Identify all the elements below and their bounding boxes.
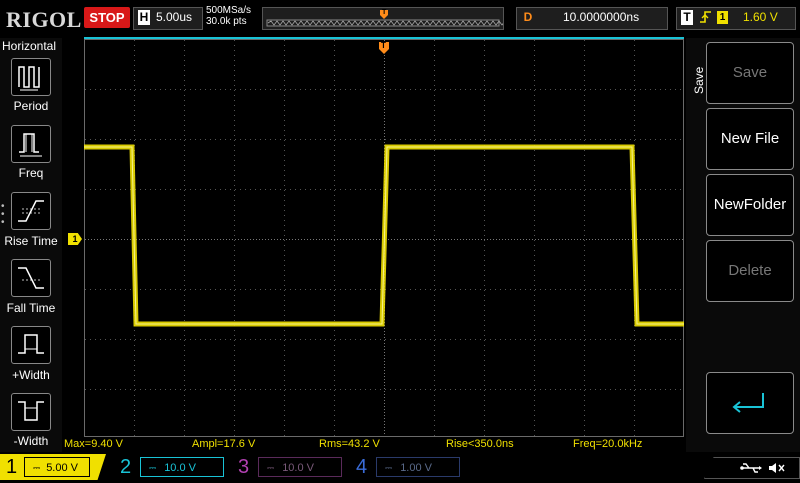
graticule xyxy=(84,37,684,437)
max-readout: Max=9.40 V xyxy=(64,438,124,450)
ch3-scale-value: 10.0 V xyxy=(282,462,314,474)
pos-width-button[interactable] xyxy=(11,326,51,364)
save-button[interactable]: Save xyxy=(706,42,794,104)
channel-bar: 1 ⎓ 5.00 V 2 ⎓ 10.0 V 3 ⎓ 10.0 V 4 ⎓ 1.00 V xyxy=(0,454,800,480)
ch2-scale-value: 10.0 V xyxy=(164,462,196,474)
timebase-label: H xyxy=(138,10,150,25)
ch4-scale: ⎓ 1.00 V xyxy=(376,457,460,477)
trigger-label: T xyxy=(681,10,693,25)
save-menu: Save Save New File NewFolder Delete xyxy=(686,38,800,452)
pos-width-label: +Width xyxy=(12,368,50,382)
trigger-position-label: T xyxy=(381,41,386,50)
delay-label: D xyxy=(523,10,533,24)
delete-button[interactable]: Delete xyxy=(706,240,794,302)
horizontal-measure-menu: Horizontal Period Freq • • • Rise Time Fal… xyxy=(0,38,62,452)
ampl-readout: Ampl=17.6 V xyxy=(192,438,256,450)
trigger-position-marker[interactable]: T xyxy=(378,41,390,55)
memory-depth: 30.0k pts xyxy=(206,16,247,27)
ch4-tab[interactable]: 4 ⎓ 1.00 V xyxy=(352,454,460,480)
freq-label: Freq xyxy=(18,166,44,180)
status-area xyxy=(704,457,800,479)
trigger-display[interactable]: T 1 1.60 V xyxy=(676,7,796,30)
overview-trigger-marker: T xyxy=(382,9,387,16)
timebase-display[interactable]: H 5.00us xyxy=(133,7,203,30)
freq-readout: Freq=20.0kHz xyxy=(573,438,643,450)
ch1-scale: ⎓ 5.00 V xyxy=(24,457,90,477)
neg-width-icon xyxy=(18,401,44,421)
measurement-readouts: Max=9.40 V Ampl=17.6 V Rms=43.2 V Rise<3… xyxy=(64,437,684,452)
pos-width-icon xyxy=(18,334,44,354)
menu-title: Save xyxy=(692,66,706,94)
neg-width-label: -Width xyxy=(13,434,49,448)
neg-width-button[interactable] xyxy=(11,393,51,431)
ch2-tab[interactable]: 2 ⎓ 10.0 V xyxy=(116,454,224,480)
rise-readout: Rise<350.0ns xyxy=(446,438,514,450)
rise-time-label: Rise Time xyxy=(4,234,58,248)
rise-time-icon xyxy=(18,200,44,222)
period-label: Period xyxy=(13,99,49,113)
trigger-level: 1.60 V xyxy=(743,10,778,24)
ch1-number: 1 xyxy=(6,456,18,478)
sample-rate: 500MSa/s xyxy=(206,5,252,16)
new-file-button[interactable]: New File xyxy=(706,108,794,170)
ch1-tab[interactable]: 1 ⎓ 5.00 V xyxy=(0,454,106,480)
fall-time-button[interactable] xyxy=(11,259,51,297)
run-stop-indicator[interactable]: STOP xyxy=(84,7,130,28)
waveform-display[interactable]: T 1 xyxy=(64,37,698,437)
usb-icon xyxy=(740,463,762,473)
enter-return-icon xyxy=(732,393,764,413)
rms-readout: Rms=43.2 V xyxy=(319,438,380,450)
new-folder-button[interactable]: NewFolder xyxy=(706,174,794,236)
ch3-tab[interactable]: 3 ⎓ 10.0 V xyxy=(234,454,342,480)
top-status-bar: RIGOL STOP H 5.00us 500MSa/s 30.0k pts T… xyxy=(0,0,800,36)
rigol-logo: RIGOL xyxy=(6,7,82,32)
period-button[interactable] xyxy=(11,58,51,96)
ch1-scale-value: 5.00 V xyxy=(46,462,78,474)
ch3-number: 3 xyxy=(238,456,250,478)
rising-edge-icon xyxy=(699,9,713,30)
freq-icon xyxy=(19,133,42,157)
ch3-scale: ⎓ 10.0 V xyxy=(258,457,342,477)
rise-time-button[interactable] xyxy=(11,192,51,230)
period-icon xyxy=(18,66,40,91)
ch4-number: 4 xyxy=(356,456,368,478)
ch4-scale-value: 1.00 V xyxy=(400,462,432,474)
fall-time-icon xyxy=(18,267,44,289)
delay-value: 10.0000000ns xyxy=(563,10,640,24)
ch2-scale: ⎓ 10.0 V xyxy=(140,457,224,477)
speaker-muted-icon xyxy=(769,463,785,473)
trigger-channel: 1 xyxy=(717,11,728,24)
menu-title: Horizontal xyxy=(2,39,57,53)
enter-button[interactable] xyxy=(706,372,794,434)
fall-time-label: Fall Time xyxy=(6,301,56,315)
ch2-number: 2 xyxy=(120,456,132,478)
page-dots: • • • xyxy=(1,201,5,228)
timebase-value: 5.00us xyxy=(156,10,193,24)
freq-button[interactable] xyxy=(11,125,51,163)
memory-overview-bar: T xyxy=(262,7,509,30)
delay-display[interactable]: D 10.0000000ns xyxy=(516,7,668,30)
